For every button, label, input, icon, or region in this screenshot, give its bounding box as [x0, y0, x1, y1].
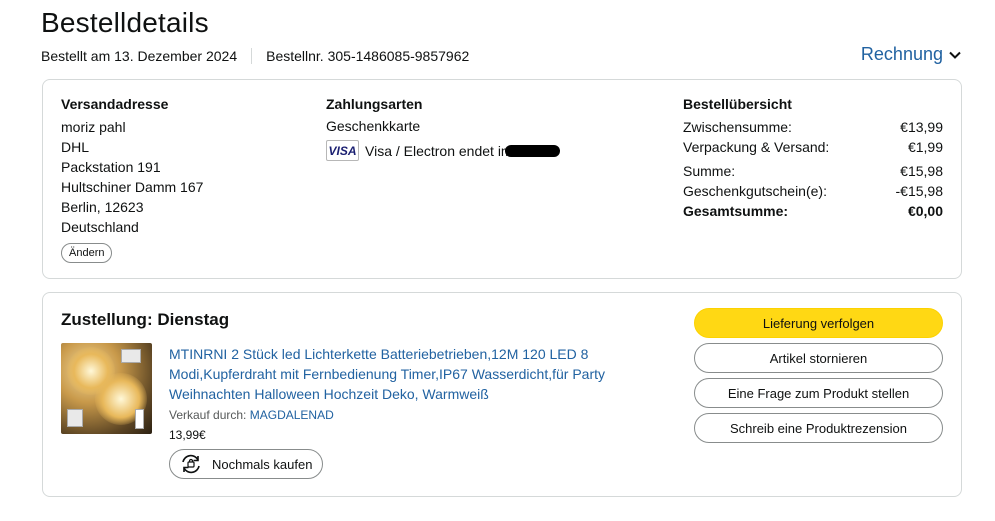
payment-heading: Zahlungsarten [326, 96, 423, 112]
summary-row-sum: Summe: €15,98 [683, 161, 943, 181]
rebuy-cycle-icon [182, 454, 200, 474]
summary-label: Summe: [683, 163, 736, 179]
product-title-link[interactable]: MTINRNI 2 Stück led Lichterkette Batteri… [169, 344, 629, 404]
summary-value: €1,99 [907, 139, 943, 155]
seller-link[interactable]: MAGDALENAD [250, 408, 334, 422]
address-line: Deutschland [61, 219, 139, 235]
card-text: Visa / Electron endet im [365, 142, 513, 159]
cancel-item-button[interactable]: Artikel stornieren [694, 343, 943, 373]
summary-label: Zwischensumme: [683, 119, 792, 135]
invoice-label: Rechnung [860, 44, 943, 64]
order-info-card: Versandadresse moriz pahl DHL Packstatio… [42, 79, 962, 279]
delivery-title: Zustellung: Dienstag [61, 310, 230, 329]
order-meta: Bestellt am 13. Dezember 2024 Bestellnr.… [41, 48, 469, 64]
order-date: Bestellt am 13. Dezember 2024 [41, 48, 238, 64]
summary-value: €15,98 [900, 163, 943, 179]
ask-question-button[interactable]: Eine Frage zum Produkt stellen [694, 378, 943, 408]
summary-row-giftcard: Geschenkgutschein(e): -€15,98 [683, 181, 943, 201]
address-line: Berlin, 12623 [61, 199, 144, 215]
address-line: Packstation 191 [61, 159, 161, 175]
visa-card-icon: VISA [326, 140, 359, 161]
order-summary: Bestellübersicht Zwischensumme: €13,99 V… [683, 96, 943, 221]
chevron-down-icon [949, 51, 961, 59]
summary-row-total: Gesamtsumme: €0,00 [683, 201, 943, 221]
track-delivery-button[interactable]: Lieferung verfolgen [694, 308, 943, 338]
address-line: DHL [61, 139, 90, 155]
change-address-button[interactable]: Ändern [61, 243, 113, 263]
meta-divider [251, 48, 253, 64]
redacted-card-digits [504, 144, 560, 157]
buy-again-button[interactable]: Nochmals kaufen [169, 449, 324, 479]
summary-label: Verpackung & Versand: [683, 139, 830, 155]
shipping-heading: Versandadresse [61, 96, 169, 112]
delivery-card: Zustellung: Dienstag MTINRNI 2 Stück led… [42, 292, 962, 497]
product-info: MTINRNI 2 Stück led Lichterkette Batteri… [169, 344, 629, 480]
gift-card-label: Geschenkkarte [326, 118, 421, 134]
summary-row-shipping: Verpackung & Versand: €1,99 [683, 137, 943, 157]
page-title: Bestelldetails [41, 7, 209, 38]
payment-methods: Zahlungsarten Geschenkkarte VISA Visa / … [326, 96, 560, 161]
seller-prefix: Verkauf durch: [169, 408, 247, 422]
invoice-dropdown[interactable]: Rechnung [861, 44, 961, 65]
shipping-address: Versandadresse moriz pahl DHL Packstatio… [61, 96, 203, 263]
summary-label: Gesamtsumme: [683, 203, 789, 219]
battery-box [121, 349, 141, 363]
write-review-button[interactable]: Schreib eine Produktrezension [694, 413, 943, 443]
summary-value: €0,00 [907, 203, 943, 219]
order-number: Bestellnr. 305-1486085-9857962 [266, 48, 470, 64]
summary-row-subtotal: Zwischensumme: €13,99 [683, 117, 943, 137]
buy-again-label: Nochmals kaufen [212, 456, 313, 472]
battery-box [67, 409, 83, 427]
seller-line: Verkauf durch: MAGDALENAD [169, 408, 629, 422]
summary-value: -€15,98 [895, 183, 943, 199]
remote-control [135, 409, 144, 429]
address-line: Hultschiner Damm 167 [61, 179, 204, 195]
product-price: 13,99€ [169, 428, 206, 442]
address-line: moriz pahl [61, 119, 126, 135]
summary-value: €13,99 [900, 119, 943, 135]
product-image[interactable] [61, 343, 152, 434]
summary-label: Geschenkgutschein(e): [683, 183, 827, 199]
card-row: VISA Visa / Electron endet im [326, 140, 560, 161]
summary-heading: Bestellübersicht [683, 96, 792, 112]
